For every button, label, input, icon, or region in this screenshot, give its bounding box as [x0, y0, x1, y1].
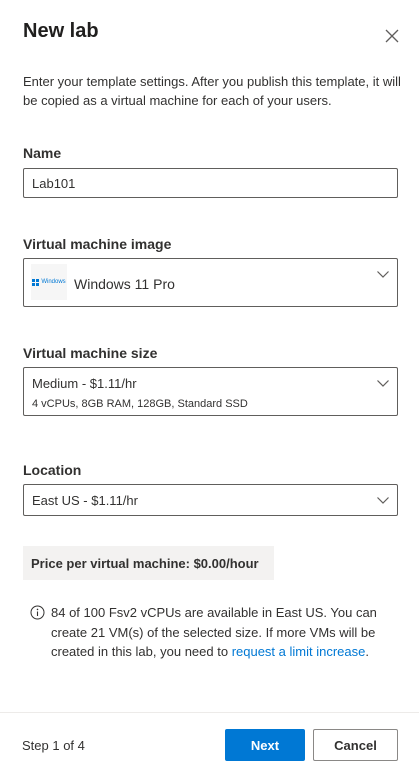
- name-label: Name: [23, 145, 62, 161]
- step-indicator: Step 1 of 4: [22, 738, 85, 753]
- new-lab-panel: New lab Enter your template settings. Af…: [0, 0, 419, 777]
- quota-info-suffix: .: [365, 644, 369, 659]
- vm-image-dropdown[interactable]: Windows Windows 11 Pro: [23, 258, 398, 307]
- vm-size-detail: 4 vCPUs, 8GB RAM, 128GB, Standard SSD: [32, 398, 248, 410]
- quota-info-text: 84 of 100 Fsv2 vCPUs are available in Ea…: [51, 603, 401, 662]
- chevron-down-icon: [377, 271, 389, 278]
- cancel-button[interactable]: Cancel: [313, 729, 398, 761]
- close-button[interactable]: [380, 24, 404, 48]
- panel-description: Enter your template settings. After you …: [23, 74, 401, 108]
- price-summary: Price per virtual machine: $0.00/hour: [23, 546, 274, 580]
- name-input[interactable]: [24, 169, 397, 197]
- close-icon: [385, 29, 399, 43]
- vm-size-label: Virtual machine size: [23, 345, 158, 361]
- info-icon: [30, 605, 45, 620]
- windows-logo-text: Windows: [41, 279, 66, 285]
- vm-image-label: Virtual machine image: [23, 236, 172, 252]
- chevron-down-icon: [377, 497, 389, 504]
- next-button[interactable]: Next: [225, 729, 305, 761]
- windows-logo-icon: Windows: [31, 264, 67, 300]
- panel-title: New lab: [23, 20, 99, 42]
- vm-size-selected: Medium - $1.11/hr: [32, 376, 137, 391]
- vm-size-dropdown[interactable]: Medium - $1.11/hr 4 vCPUs, 8GB RAM, 128G…: [23, 367, 398, 416]
- location-selected: East US - $1.11/hr: [32, 493, 138, 508]
- vm-image-selected: Windows 11 Pro: [74, 276, 175, 292]
- footer-divider: [0, 712, 419, 713]
- name-field-wrapper: [23, 168, 398, 198]
- request-limit-increase-link[interactable]: request a limit increase: [232, 644, 366, 659]
- location-label: Location: [23, 462, 82, 478]
- chevron-down-icon: [377, 380, 389, 387]
- location-dropdown[interactable]: East US - $1.11/hr: [23, 484, 398, 516]
